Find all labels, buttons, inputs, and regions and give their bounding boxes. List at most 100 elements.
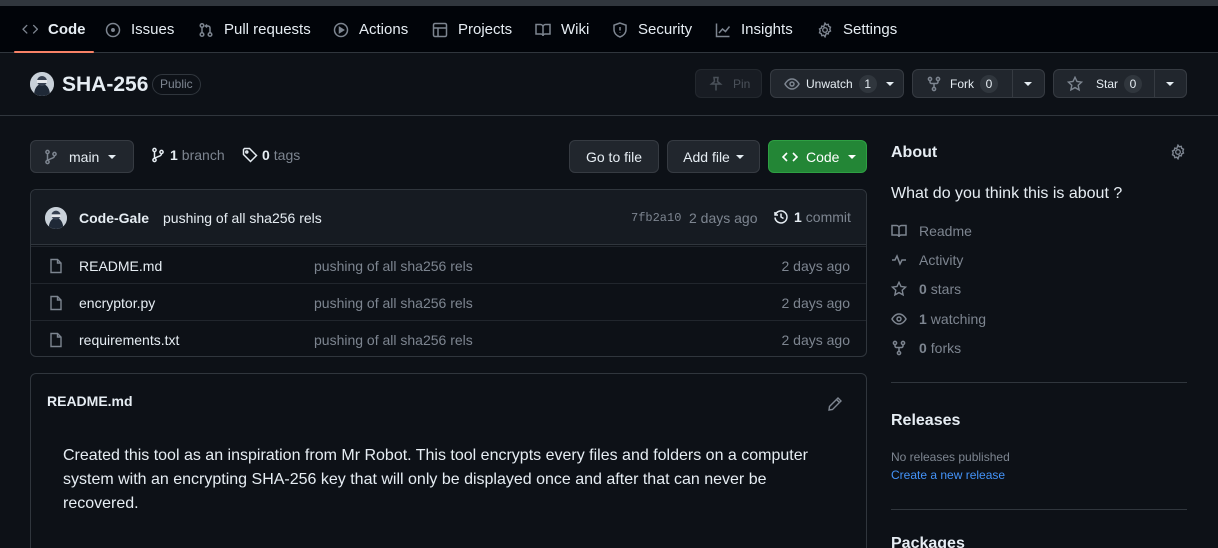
commit-history-link[interactable]: 1 commit [773,209,851,225]
latest-commit-bar: Code-Gale pushing of all sha256 rels 7fb… [31,190,866,245]
commit-author[interactable]: Code-Gale [79,210,149,226]
code-button-icon [782,151,798,162]
fork-label: Fork [950,76,974,91]
repo-name-link[interactable]: SHA-256 [62,73,148,97]
fork-button[interactable]: Fork 0 [912,69,1045,98]
star-count: 0 [1124,74,1143,93]
tag-count-label: tags [273,147,301,163]
file-row[interactable]: requirements.txt pushing of all sha256 r… [31,320,866,356]
eye-icon [891,313,907,325]
repo-header: SHA-256 Public Pin Unwatch 1 Fork 0 Star… [0,53,1218,116]
branches-link[interactable]: 1 branch [150,147,225,163]
tab-pull-requests[interactable]: Pull requests [198,6,311,53]
stars-count: 0 [919,281,927,297]
tab-issues-label: Issues [131,21,175,38]
file-name-link[interactable]: requirements.txt [79,332,179,348]
code-caret-icon [848,154,857,159]
sidebar-divider [891,509,1187,510]
file-name-link[interactable]: encryptor.py [79,295,155,311]
file-commit-message[interactable]: pushing of all sha256 rels [314,295,473,311]
tab-code-label: Code [48,21,86,38]
fork-divider [1012,70,1013,97]
go-to-file-label: Go to file [585,148,643,165]
commit-hash[interactable]: 7fb2a10 [631,211,681,225]
unwatch-button[interactable]: Unwatch 1 [770,69,904,98]
file-commit-message[interactable]: pushing of all sha256 rels [314,332,473,348]
tag-icon [242,147,258,163]
stars-link[interactable]: 0 stars [891,281,961,297]
add-file-label: Add file [683,148,730,165]
branch-select[interactable]: main [30,140,134,173]
stars-label: stars [930,281,962,297]
file-list: Code-Gale pushing of all sha256 rels 7fb… [30,189,867,357]
commit-count-label: commit [805,209,851,225]
fork-caret-icon[interactable] [1024,82,1032,86]
commit-author-avatar[interactable] [45,207,67,229]
star-caret-icon[interactable] [1166,82,1174,86]
branch-caret-icon [108,154,117,159]
tab-projects-label: Projects [458,21,513,38]
file-commit-message[interactable]: pushing of all sha256 rels [314,258,473,274]
file-name-link[interactable]: README.md [79,258,162,274]
code-icon [22,24,38,34]
star-icon [1067,75,1083,91]
code-button-label: Code [806,148,840,165]
tab-settings-label: Settings [843,21,898,38]
file-icon [50,332,62,348]
star-label: Star [1096,76,1119,91]
tab-security-label: Security [638,21,693,38]
about-heading: About [891,144,938,161]
pin-icon [709,76,723,90]
commit-message[interactable]: pushing of all sha256 rels [163,210,322,226]
tab-wiki[interactable]: Wiki [535,6,589,53]
pull-request-icon [199,22,213,37]
tab-security[interactable]: Security [612,6,692,53]
tab-code[interactable]: Code [14,6,93,53]
go-to-file-button[interactable]: Go to file [569,140,659,173]
readme-link[interactable]: Readme [891,223,972,239]
code-button[interactable]: Code [768,140,867,173]
fork-icon [892,340,906,356]
table-icon [432,22,448,37]
edit-pencil-icon[interactable] [827,396,843,412]
tags-link[interactable]: 0 tags [242,147,300,163]
file-icon [50,258,62,274]
book-icon [891,224,907,238]
pin-button[interactable]: Pin [695,69,762,98]
tab-wiki-label: Wiki [561,21,590,38]
readme-link-label: Readme [919,223,972,239]
releases-heading[interactable]: Releases [891,412,960,430]
file-row[interactable]: README.md pushing of all sha256 rels 2 d… [31,246,866,283]
packages-heading[interactable]: Packages [891,535,965,548]
tab-actions-label: Actions [359,21,409,38]
tab-issues[interactable]: Issues [105,6,174,53]
branch-count: 1 [170,147,178,163]
file-date: 2 days ago [781,332,851,348]
add-file-button[interactable]: Add file [667,140,760,173]
watching-link[interactable]: 1 watching [891,311,986,327]
tab-actions[interactable]: Actions [333,6,408,53]
tab-settings[interactable]: Settings [817,6,897,53]
file-row[interactable]: encryptor.py pushing of all sha256 rels … [31,283,866,320]
activity-link[interactable]: Activity [891,252,963,268]
tab-insights[interactable]: Insights [715,6,793,53]
play-icon [333,22,349,37]
fork-icon [927,76,941,91]
tab-projects[interactable]: Projects [432,6,512,53]
unwatch-label: Unwatch [806,76,853,91]
issue-icon [105,22,121,37]
star-button[interactable]: Star 0 [1053,69,1187,98]
book-icon [535,23,551,36]
forks-link[interactable]: 0 forks [891,340,961,356]
readme-title[interactable]: README.md [47,393,133,409]
unwatch-caret-icon [885,81,894,86]
create-release-link[interactable]: Create a new release [891,468,1005,482]
tab-insights-label: Insights [741,21,793,38]
file-date: 2 days ago [781,295,851,311]
add-file-caret-icon [735,154,744,159]
repo-nav: Code Issues Pull requests Actions Projec… [0,6,1218,53]
owner-avatar[interactable] [30,72,54,96]
file-date: 2 days ago [781,258,851,274]
shield-icon [613,21,627,38]
about-settings-gear-icon[interactable] [1170,144,1186,160]
